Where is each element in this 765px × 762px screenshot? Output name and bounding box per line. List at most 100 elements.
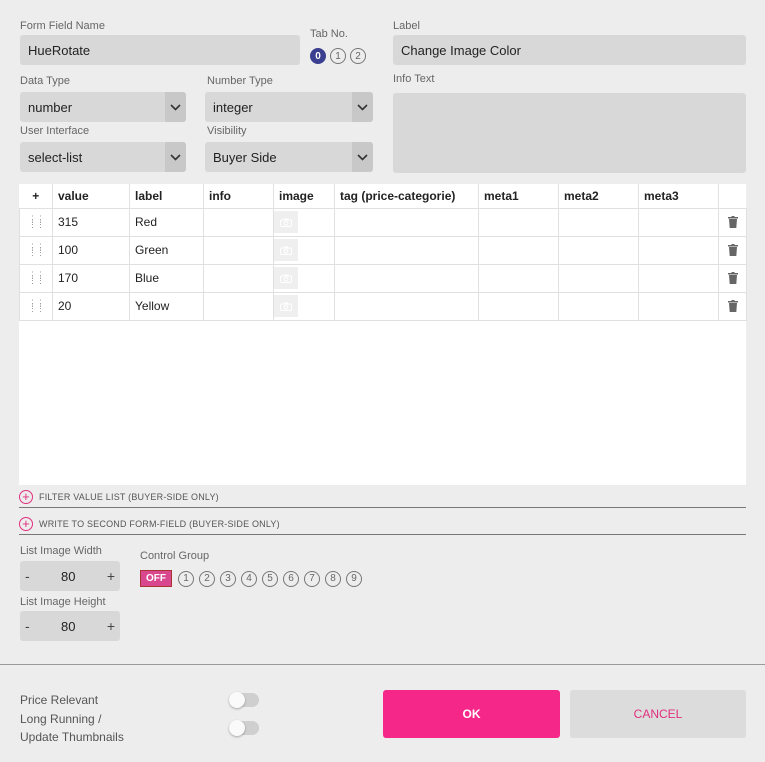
visibility-value: Buyer Side bbox=[213, 149, 277, 165]
visibility-select[interactable]: Buyer Side bbox=[205, 142, 373, 172]
number-type-select[interactable]: integer bbox=[205, 92, 373, 122]
table-header-row: + value label info image tag (price-cate… bbox=[19, 184, 747, 208]
cell-meta3[interactable] bbox=[638, 207, 719, 237]
tab-no-0[interactable]: 0 bbox=[310, 48, 326, 64]
label-input[interactable]: Change Image Color bbox=[393, 35, 746, 65]
trash-icon[interactable] bbox=[718, 263, 747, 293]
number-type-value: integer bbox=[213, 99, 253, 115]
chevron-down-icon bbox=[165, 142, 186, 172]
cell-info[interactable] bbox=[203, 207, 274, 237]
cell-tag[interactable] bbox=[334, 235, 479, 265]
drag-handle-icon[interactable]: ⋮⋮ ⋮⋮ bbox=[19, 263, 53, 293]
control-group-1[interactable]: 1 bbox=[178, 570, 194, 587]
cell-label[interactable]: Red bbox=[129, 207, 204, 237]
camera-icon[interactable] bbox=[274, 239, 298, 261]
cell-meta1[interactable] bbox=[478, 207, 559, 237]
trash-icon[interactable] bbox=[718, 207, 747, 237]
increment-button[interactable]: + bbox=[107, 618, 115, 634]
long-running-label-line1: Long Running / bbox=[20, 712, 102, 726]
table-row: ⋮⋮ ⋮⋮ 20 Yellow bbox=[19, 291, 747, 321]
cell-image[interactable] bbox=[273, 263, 335, 293]
trash-icon[interactable] bbox=[718, 291, 747, 321]
cell-meta1[interactable] bbox=[478, 263, 559, 293]
user-interface-select[interactable]: select-list bbox=[20, 142, 186, 172]
cell-info[interactable] bbox=[203, 291, 274, 321]
cancel-button[interactable]: CANCEL bbox=[570, 690, 746, 738]
user-interface-value: select-list bbox=[28, 149, 83, 165]
cell-value[interactable]: 100 bbox=[52, 235, 130, 265]
list-image-width-value[interactable]: 80 bbox=[30, 569, 107, 584]
cell-tag[interactable] bbox=[334, 263, 479, 293]
control-group-2[interactable]: 2 bbox=[199, 570, 215, 587]
cell-value[interactable]: 315 bbox=[52, 207, 130, 237]
cell-tag[interactable] bbox=[334, 291, 479, 321]
cell-image[interactable] bbox=[273, 235, 335, 265]
long-running-toggle[interactable] bbox=[229, 720, 259, 736]
column-header-info: info bbox=[203, 184, 274, 208]
tab-no-selector: 0 1 2 bbox=[310, 48, 366, 64]
filter-value-list-expander[interactable]: + FILTER VALUE LIST (BUYER-SIDE ONLY) bbox=[19, 486, 746, 508]
cell-info[interactable] bbox=[203, 235, 274, 265]
form-field-name-label: Form Field Name bbox=[20, 20, 105, 32]
footer-divider bbox=[0, 664, 765, 665]
trash-icon[interactable] bbox=[718, 235, 747, 265]
control-group-3[interactable]: 3 bbox=[220, 570, 236, 587]
cell-meta2[interactable] bbox=[558, 207, 639, 237]
tab-no-2[interactable]: 2 bbox=[350, 48, 366, 64]
control-group-4[interactable]: 4 bbox=[241, 570, 257, 587]
cell-meta1[interactable] bbox=[478, 235, 559, 265]
table-row: ⋮⋮ ⋮⋮ 315 Red bbox=[19, 207, 747, 237]
chevron-down-icon bbox=[352, 92, 373, 122]
filter-value-list-label: FILTER VALUE LIST (BUYER-SIDE ONLY) bbox=[39, 491, 219, 502]
drag-handle-icon[interactable]: ⋮⋮ ⋮⋮ bbox=[19, 235, 53, 265]
column-header-meta3: meta3 bbox=[638, 184, 719, 208]
info-text-input[interactable] bbox=[393, 93, 746, 173]
control-group-9[interactable]: 9 bbox=[346, 570, 362, 587]
cell-meta2[interactable] bbox=[558, 235, 639, 265]
increment-button[interactable]: + bbox=[107, 568, 115, 584]
visibility-label: Visibility bbox=[207, 125, 247, 137]
cell-tag[interactable] bbox=[334, 207, 479, 237]
user-interface-label: User Interface bbox=[20, 125, 90, 137]
control-group-7[interactable]: 7 bbox=[304, 570, 320, 587]
data-type-value: number bbox=[28, 99, 73, 115]
cell-meta3[interactable] bbox=[638, 235, 719, 265]
camera-icon[interactable] bbox=[274, 295, 298, 317]
control-group-5[interactable]: 5 bbox=[262, 570, 278, 587]
cell-meta3[interactable] bbox=[638, 263, 719, 293]
column-header-image: image bbox=[273, 184, 335, 208]
data-type-select[interactable]: number bbox=[20, 92, 186, 122]
camera-icon[interactable] bbox=[274, 267, 298, 289]
control-group-8[interactable]: 8 bbox=[325, 570, 341, 587]
ok-button[interactable]: OK bbox=[383, 690, 560, 738]
control-group-selector: OFF 1 2 3 4 5 6 7 8 9 bbox=[140, 570, 362, 587]
column-header-tag: tag (price-categorie) bbox=[334, 184, 479, 208]
cell-value[interactable]: 20 bbox=[52, 291, 130, 321]
control-group-off-button[interactable]: OFF bbox=[140, 570, 172, 587]
cell-meta3[interactable] bbox=[638, 291, 719, 321]
cell-meta2[interactable] bbox=[558, 263, 639, 293]
cell-label[interactable]: Green bbox=[129, 235, 204, 265]
drag-handle-icon[interactable]: ⋮⋮ ⋮⋮ bbox=[19, 207, 53, 237]
cell-label[interactable]: Blue bbox=[129, 263, 204, 293]
cell-image[interactable] bbox=[273, 291, 335, 321]
list-image-width-label: List Image Width bbox=[20, 545, 102, 557]
chevron-down-icon bbox=[165, 92, 186, 122]
control-group-6[interactable]: 6 bbox=[283, 570, 299, 587]
add-row-button[interactable]: + bbox=[19, 184, 53, 208]
cell-value[interactable]: 170 bbox=[52, 263, 130, 293]
cell-meta2[interactable] bbox=[558, 291, 639, 321]
camera-icon[interactable] bbox=[274, 211, 298, 233]
write-second-field-expander[interactable]: + WRITE TO SECOND FORM-FIELD (BUYER-SIDE… bbox=[19, 513, 746, 535]
cell-image[interactable] bbox=[273, 207, 335, 237]
cell-meta1[interactable] bbox=[478, 291, 559, 321]
table-row: ⋮⋮ ⋮⋮ 170 Blue bbox=[19, 263, 747, 293]
price-relevant-label: Price Relevant bbox=[20, 693, 99, 707]
cell-info[interactable] bbox=[203, 263, 274, 293]
list-image-height-value[interactable]: 80 bbox=[30, 619, 107, 634]
cell-label[interactable]: Yellow bbox=[129, 291, 204, 321]
drag-handle-icon[interactable]: ⋮⋮ ⋮⋮ bbox=[19, 291, 53, 321]
tab-no-1[interactable]: 1 bbox=[330, 48, 346, 64]
form-field-name-input[interactable]: HueRotate bbox=[20, 35, 300, 65]
price-relevant-toggle[interactable] bbox=[229, 692, 259, 708]
